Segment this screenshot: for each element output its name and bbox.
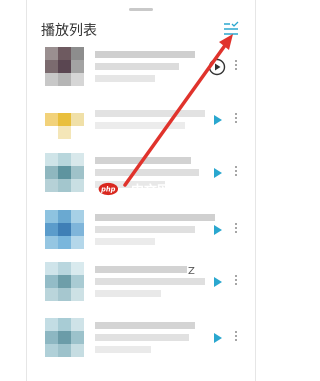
- watermark-text: 中文网: [131, 184, 171, 199]
- play-icon[interactable]: [208, 111, 226, 129]
- album-thumbnail: [45, 153, 85, 193]
- watermark-logo-text: php: [100, 185, 116, 193]
- album-thumbnail: [45, 47, 85, 87]
- watermark-logo: php: [98, 182, 119, 196]
- list-item[interactable]: [41, 210, 253, 256]
- list-item[interactable]: [41, 262, 253, 308]
- stray-text: Z: [188, 266, 195, 277]
- vertical-dots-icon[interactable]: [233, 164, 239, 182]
- playlist-sheet: 播放列表 Z php 中文网: [0, 0, 281, 381]
- drag-handle[interactable]: [129, 8, 153, 11]
- list-item[interactable]: [41, 47, 253, 93]
- list-item[interactable]: [41, 318, 253, 364]
- page-title: 播放列表: [41, 23, 97, 39]
- album-thumbnail: [45, 262, 85, 302]
- vertical-dots-icon[interactable]: [233, 329, 239, 347]
- sheet-left-edge: [26, 0, 27, 381]
- list-filter-icon[interactable]: [221, 21, 241, 37]
- vertical-dots-icon[interactable]: [233, 58, 239, 76]
- play-icon[interactable]: [208, 164, 226, 182]
- play-icon[interactable]: [208, 273, 226, 291]
- list-item[interactable]: [41, 100, 253, 146]
- vertical-dots-icon[interactable]: [233, 273, 239, 291]
- album-thumbnail: [45, 100, 85, 140]
- sheet-right-edge: [255, 0, 256, 381]
- play-circle-outline-icon[interactable]: [208, 58, 226, 76]
- vertical-dots-icon[interactable]: [233, 221, 239, 239]
- play-icon[interactable]: [208, 329, 226, 347]
- vertical-dots-icon[interactable]: [233, 111, 239, 129]
- album-thumbnail: [45, 210, 85, 250]
- play-icon[interactable]: [208, 221, 226, 239]
- album-thumbnail: [45, 318, 85, 358]
